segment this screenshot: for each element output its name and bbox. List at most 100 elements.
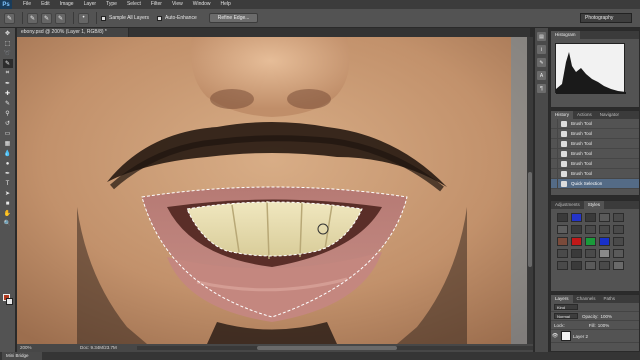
shape-tool-icon[interactable]: ■: [3, 199, 13, 208]
style-swatch[interactable]: [585, 225, 596, 234]
history-item[interactable]: Brush Tool: [551, 148, 639, 159]
style-swatch[interactable]: [599, 237, 610, 246]
workspace-select[interactable]: Photography: [580, 13, 632, 23]
image-canvas[interactable]: [17, 37, 527, 344]
clone-stamp-tool-icon[interactable]: ⚲: [3, 109, 13, 118]
marquee-tool-icon[interactable]: ⬚: [3, 39, 13, 48]
layer-kind-filter[interactable]: Kind: [554, 304, 578, 310]
lasso-tool-icon[interactable]: ➰: [3, 49, 13, 58]
style-swatch[interactable]: [613, 249, 624, 258]
quick-selection-tool-preset-icon[interactable]: ✎: [4, 12, 15, 24]
blur-tool-icon[interactable]: 💧: [3, 149, 13, 158]
tab-actions[interactable]: Actions: [573, 111, 596, 119]
refine-edge-button[interactable]: Refine Edge...: [208, 13, 259, 23]
move-tool-icon[interactable]: ✥: [3, 29, 13, 38]
style-swatch[interactable]: [613, 261, 624, 270]
new-selection-brush-icon[interactable]: ✎: [27, 12, 38, 24]
style-swatch[interactable]: [599, 261, 610, 270]
dodge-tool-icon[interactable]: ●: [3, 159, 13, 168]
doc-size-readout[interactable]: Doc: 9.34M/23.7M: [80, 344, 117, 352]
tab-adjustments[interactable]: Adjustments: [551, 201, 584, 209]
style-swatch[interactable]: [557, 237, 568, 246]
tab-histogram[interactable]: Histogram: [551, 31, 580, 39]
style-swatch[interactable]: [571, 225, 582, 234]
history-source-slot[interactable]: [551, 128, 558, 139]
style-swatch[interactable]: [585, 249, 596, 258]
style-swatch[interactable]: [557, 225, 568, 234]
checkbox-box[interactable]: [157, 15, 163, 21]
tab-paths[interactable]: Paths: [600, 295, 620, 303]
style-swatch[interactable]: [585, 237, 596, 246]
brush-tool-icon[interactable]: ✎: [3, 99, 13, 108]
history-brush-tool-icon[interactable]: ↺: [3, 119, 13, 128]
paragraph-panel-icon[interactable]: ¶: [537, 84, 546, 93]
tab-channels[interactable]: Channels: [573, 295, 600, 303]
style-swatch[interactable]: [599, 225, 610, 234]
zoom-tool-icon[interactable]: 🔍: [3, 219, 13, 228]
healing-brush-tool-icon[interactable]: ✚: [3, 89, 13, 98]
menu-help[interactable]: Help: [216, 0, 236, 9]
vertical-scrollbar[interactable]: [527, 37, 533, 344]
style-swatch[interactable]: [599, 213, 610, 222]
character-panel-icon[interactable]: A: [537, 71, 546, 80]
histogram-panel-icon[interactable]: ▤: [537, 32, 546, 41]
style-swatch[interactable]: [571, 237, 582, 246]
quick-selection-tool-icon[interactable]: ✎: [2, 59, 13, 68]
menu-edit[interactable]: Edit: [36, 0, 55, 9]
tab-navigator[interactable]: Navigator: [596, 111, 623, 119]
checkbox-box[interactable]: [101, 15, 106, 21]
style-swatch[interactable]: [557, 261, 568, 270]
crop-tool-icon[interactable]: ⌗: [3, 69, 13, 78]
tab-layers[interactable]: Layers: [551, 295, 573, 303]
history-source-slot[interactable]: [551, 138, 558, 149]
style-swatch[interactable]: [599, 249, 610, 258]
opacity-value[interactable]: 100%: [601, 314, 613, 319]
menu-view[interactable]: View: [167, 0, 188, 9]
subtract-from-selection-brush-icon[interactable]: ✎: [55, 12, 66, 24]
menu-layer[interactable]: Layer: [79, 0, 102, 9]
layer-row[interactable]: 👁 Layer 2: [551, 330, 639, 343]
style-swatch[interactable]: [613, 237, 624, 246]
tab-styles[interactable]: Styles: [583, 201, 605, 209]
style-swatch[interactable]: [585, 261, 596, 270]
style-swatch[interactable]: [571, 213, 582, 222]
horizontal-scrollbar[interactable]: [137, 346, 533, 350]
history-source-slot[interactable]: [551, 168, 558, 179]
pen-tool-icon[interactable]: ✒: [3, 169, 13, 178]
style-swatch[interactable]: [613, 225, 624, 234]
brush-panel-icon[interactable]: ✎: [537, 58, 546, 67]
auto-enhance-checkbox[interactable]: Auto-Enhance: [157, 15, 197, 21]
history-item-selected[interactable]: Quick Selection: [551, 178, 639, 189]
horizontal-scroll-thumb[interactable]: [257, 346, 397, 350]
history-item[interactable]: Brush Tool: [551, 158, 639, 169]
history-source-slot[interactable]: [551, 158, 558, 169]
eraser-tool-icon[interactable]: ▭: [3, 129, 13, 138]
eye-visibility-icon[interactable]: 👁: [551, 333, 559, 339]
menu-select[interactable]: Select: [122, 0, 146, 9]
style-swatch[interactable]: [571, 261, 582, 270]
eyedropper-tool-icon[interactable]: ✒: [3, 79, 13, 88]
mini-bridge-tab[interactable]: Mini Bridge: [2, 352, 42, 360]
history-item[interactable]: Brush Tool: [551, 138, 639, 149]
hand-tool-icon[interactable]: ✋: [3, 209, 13, 218]
zoom-level[interactable]: 200%: [20, 344, 32, 352]
style-swatch[interactable]: [613, 213, 624, 222]
history-item[interactable]: Brush Tool: [551, 128, 639, 139]
menu-window[interactable]: Window: [188, 0, 216, 9]
vertical-scroll-thumb[interactable]: [528, 172, 532, 267]
history-source-slot[interactable]: [551, 148, 558, 159]
menu-type[interactable]: Type: [101, 0, 122, 9]
menu-image[interactable]: Image: [55, 0, 79, 9]
document-tab[interactable]: ebony.psd @ 200% (Layer 1, RGB/8) *: [17, 28, 129, 37]
type-tool-icon[interactable]: T: [3, 179, 13, 188]
brush-size-picker-icon[interactable]: •: [78, 12, 89, 24]
style-swatch[interactable]: [585, 213, 596, 222]
style-swatch[interactable]: [557, 249, 568, 258]
path-selection-tool-icon[interactable]: ➤: [3, 189, 13, 198]
history-source-slot[interactable]: [551, 118, 558, 129]
gradient-tool-icon[interactable]: ▦: [3, 139, 13, 148]
add-to-selection-brush-icon[interactable]: ✎: [41, 12, 52, 24]
style-swatch[interactable]: [571, 249, 582, 258]
fill-value[interactable]: 100%: [598, 323, 610, 328]
menu-filter[interactable]: Filter: [146, 0, 167, 9]
